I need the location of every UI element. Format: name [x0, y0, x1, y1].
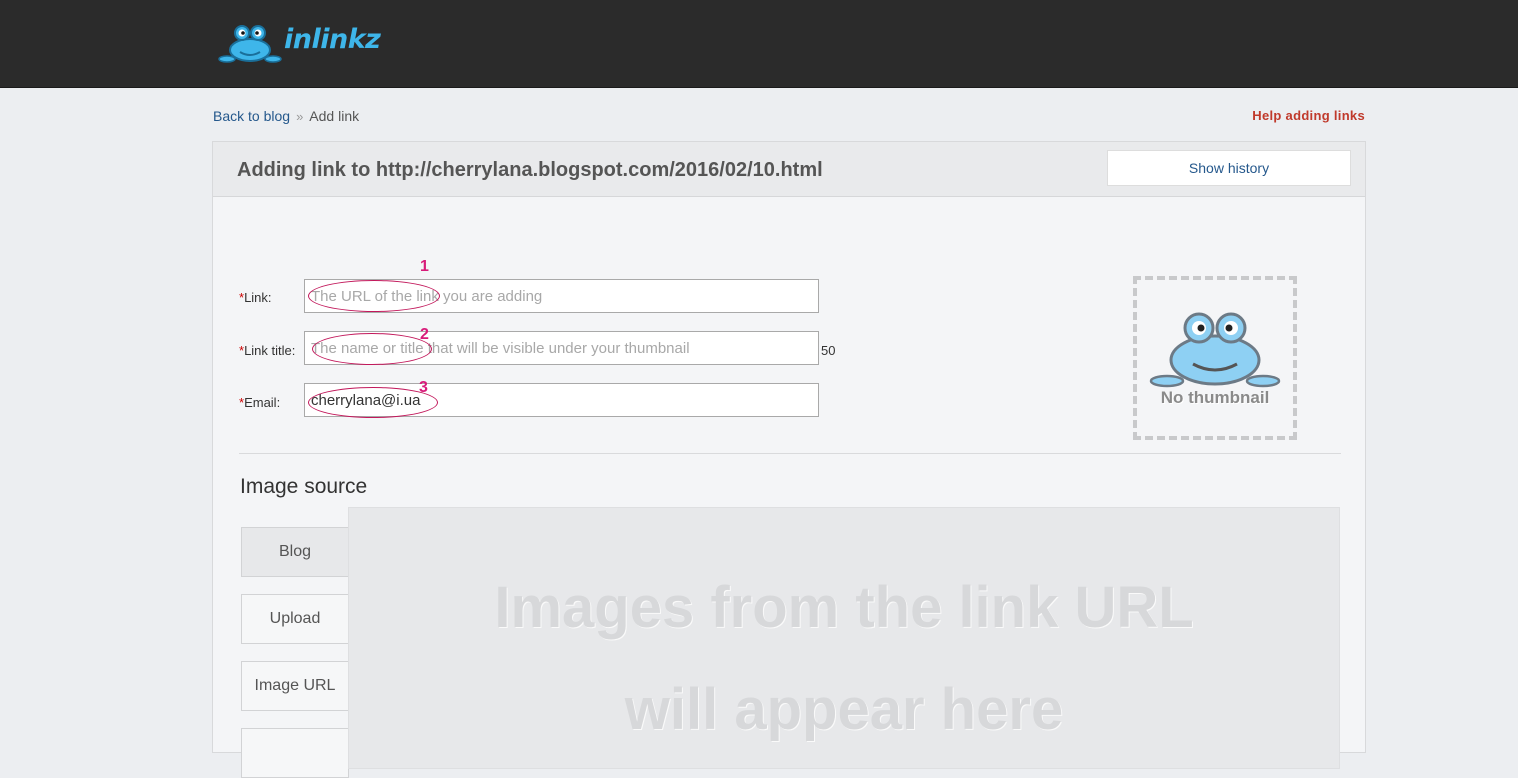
title-char-counter: 50 [821, 343, 836, 358]
email-label: *Email: [239, 395, 280, 410]
inlinkz-logo[interactable]: inlinkz [218, 20, 381, 64]
section-divider [239, 453, 1341, 454]
annotation-number-2: 2 [420, 326, 429, 343]
top-bar: inlinkz [0, 0, 1518, 88]
tab-image-url[interactable]: Image URL [241, 661, 349, 711]
breadcrumb-separator-icon: » [296, 109, 304, 124]
back-to-blog-link[interactable]: Back to blog [213, 108, 290, 124]
add-link-panel: Adding link to http://cherrylana.blogspo… [212, 141, 1366, 778]
panel-header: Adding link to http://cherrylana.blogspo… [213, 142, 1365, 197]
help-adding-links-link[interactable]: Help adding links [1252, 108, 1365, 123]
no-thumbnail-text: No thumbnail [1160, 388, 1270, 407]
annotation-number-1: 1 [420, 258, 429, 275]
frog-logo-icon [218, 25, 282, 63]
show-history-button[interactable]: Show history [1107, 150, 1351, 186]
logo-text: inlinkz [284, 24, 381, 55]
breadcrumb: Back to blog » Add link [213, 108, 359, 124]
breadcrumb-current: Add link [309, 108, 360, 124]
link-label: *Link: [239, 290, 272, 305]
link-label-text: Link: [244, 290, 272, 305]
images-area-text-line1: Images from the link URL [494, 575, 1194, 640]
panel-title: Adding link to http://cherrylana.blogspo… [237, 159, 823, 181]
link-title-input[interactable] [304, 331, 819, 365]
thumbnail-placeholder: No thumbnail [1133, 276, 1297, 440]
link-title-label-text: Link title: [244, 343, 296, 358]
images-area-text-line2: will appear here [624, 677, 1064, 742]
link-title-label: *Link title: [239, 343, 295, 358]
tab-blog[interactable]: Blog [241, 527, 349, 577]
email-input[interactable] [304, 383, 819, 417]
link-url-input[interactable] [304, 279, 819, 313]
email-label-text: Email: [244, 395, 281, 410]
images-preview-area: Images from the link URL will appear her… [348, 507, 1340, 769]
frog-placeholder-icon [1149, 312, 1281, 388]
annotation-number-3: 3 [419, 379, 428, 396]
tab-upload[interactable]: Upload [241, 594, 349, 644]
image-source-heading: Image source [240, 475, 368, 498]
